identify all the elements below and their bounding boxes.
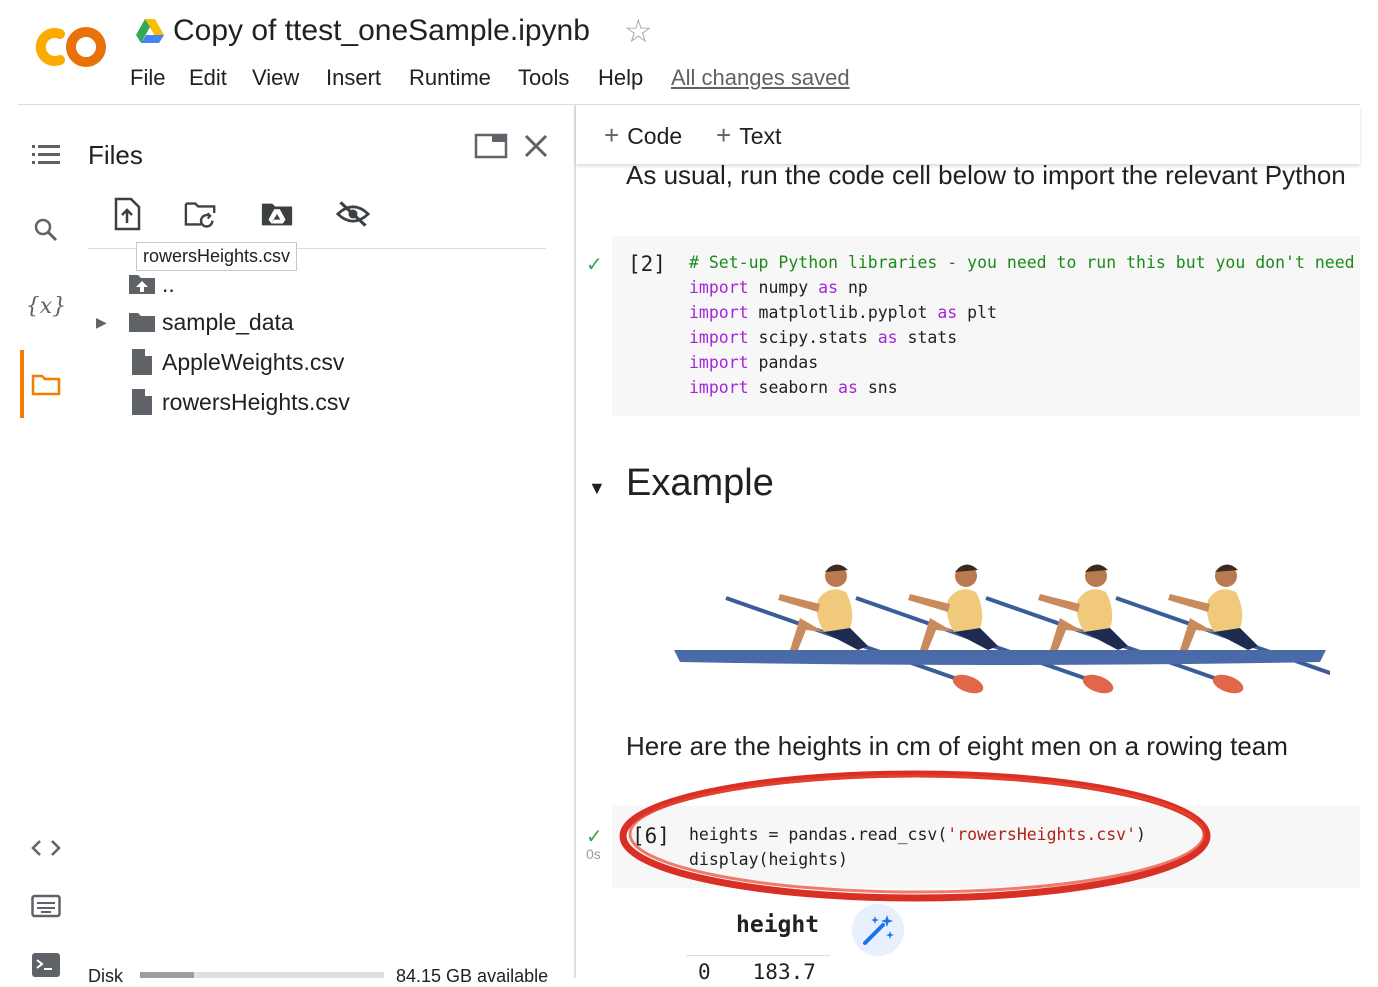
menu-help[interactable]: Help	[598, 65, 643, 91]
add-text-button[interactable]: + Text	[716, 120, 781, 151]
red-annotation-circle	[619, 770, 1211, 902]
file-item-parent[interactable]: ..	[96, 266, 175, 302]
plus-icon: +	[604, 120, 620, 150]
active-tab-indicator	[20, 350, 24, 418]
file-item-label: sample_data	[162, 308, 294, 335]
disk-usage-bar	[140, 972, 384, 978]
rowing-team-image	[674, 564, 1330, 694]
refresh-folder-icon[interactable]	[184, 197, 218, 231]
file-item-label: AppleWeights.csv	[162, 348, 345, 375]
code-line: import pandas	[689, 353, 819, 372]
menu-insert[interactable]: Insert	[326, 65, 381, 91]
disk-usage-fill	[140, 972, 194, 978]
close-icon[interactable]	[522, 132, 550, 160]
add-code-button[interactable]: + Code	[604, 120, 682, 151]
output-column-header: height	[736, 912, 820, 938]
menu-view[interactable]: View	[252, 65, 299, 91]
folder-icon	[122, 311, 162, 333]
run-time: 0s	[586, 846, 601, 862]
section-heading: Example	[626, 462, 774, 504]
star-icon[interactable]: ☆	[624, 12, 653, 50]
code-editor[interactable]: # Set-up Python libraries - you need to …	[689, 250, 1360, 400]
code-snippets-icon[interactable]	[28, 830, 64, 866]
file-icon	[122, 388, 162, 416]
collapse-caret-icon[interactable]: ▼	[588, 478, 606, 499]
terminal-icon[interactable]	[28, 946, 64, 982]
output-table-row: 0 183.7	[698, 960, 816, 984]
file-icon	[122, 348, 162, 376]
heights-description: Here are the heights in cm of eight men …	[626, 731, 1288, 761]
run-success-icon: ✓	[586, 254, 603, 276]
menu-tools[interactable]: Tools	[518, 65, 569, 91]
variables-icon[interactable]: {x}	[26, 288, 66, 324]
code-line: import matplotlib.pyplot as plt	[689, 303, 997, 322]
expand-panel-icon[interactable]	[474, 132, 508, 160]
panel-divider[interactable]	[574, 105, 576, 978]
file-item-label: rowersHeights.csv	[162, 388, 350, 415]
mount-drive-icon[interactable]	[260, 197, 294, 231]
expand-caret-icon[interactable]: ▶	[96, 314, 122, 331]
magic-wand-icon[interactable]	[852, 904, 904, 956]
plus-icon: +	[716, 120, 732, 150]
save-status[interactable]: All changes saved	[671, 65, 850, 91]
upload-file-icon[interactable]	[110, 197, 144, 231]
disk-available: 84.15 GB available	[396, 966, 549, 986]
disk-label: Disk	[88, 966, 123, 986]
folder-icon[interactable]	[28, 366, 64, 402]
toc-icon[interactable]	[28, 136, 64, 172]
file-item-label: ..	[162, 270, 175, 297]
output-table-divider	[686, 955, 830, 956]
command-palette-icon[interactable]	[28, 888, 64, 924]
file-item-appleweights[interactable]: AppleWeights.csv	[96, 344, 344, 380]
file-item-rowersheights[interactable]: rowersHeights.csv	[96, 384, 350, 420]
code-line: # Set-up Python libraries - you need to …	[689, 253, 1355, 272]
colab-logo[interactable]	[30, 22, 108, 72]
menu-runtime[interactable]: Runtime	[409, 65, 491, 91]
notebook-title[interactable]: Copy of ttest_oneSample.ipynb	[173, 14, 590, 48]
file-item-sample-data[interactable]: ▶ sample_data	[96, 304, 294, 340]
menu-edit[interactable]: Edit	[189, 65, 227, 91]
drive-icon	[136, 19, 164, 43]
parent-folder-icon	[122, 273, 162, 295]
intro-text: As usual, run the code cell below to imp…	[626, 160, 1346, 190]
search-icon[interactable]	[28, 212, 64, 248]
hidden-files-icon[interactable]	[336, 197, 370, 231]
menu-file[interactable]: File	[130, 65, 165, 91]
notebook-toolbar	[576, 106, 1360, 164]
code-line: import numpy as np	[689, 278, 868, 297]
execution-count[interactable]: [2]	[628, 252, 666, 276]
files-panel-title: Files	[88, 140, 143, 170]
code-line: import seaborn as sns	[689, 378, 898, 397]
code-line: import scipy.stats as stats	[689, 328, 958, 347]
header-divider	[18, 104, 1360, 105]
